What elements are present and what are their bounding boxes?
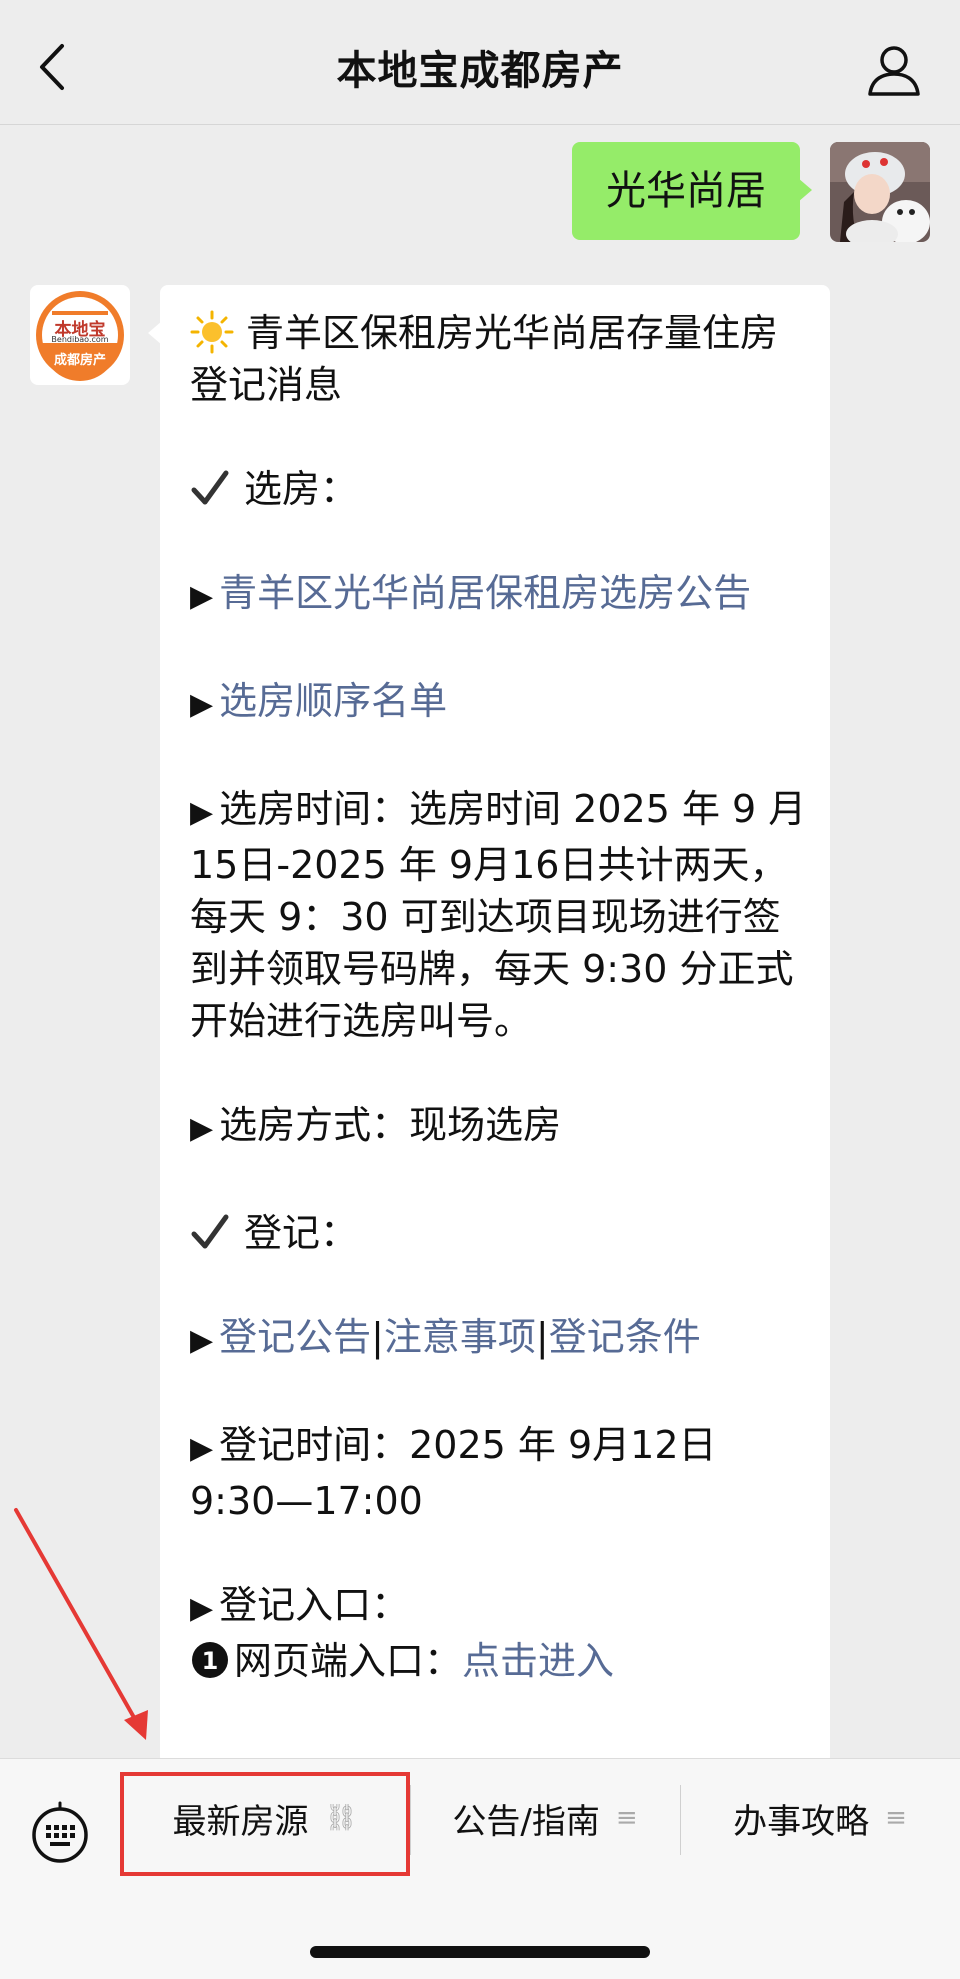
- message-title: 青羊区保租房光华尚居存量住房登记消息: [190, 311, 779, 407]
- menu-item-label: 公告/指南: [452, 1801, 600, 1842]
- bullet-icon: ▶: [190, 1591, 214, 1626]
- nav-bar: 本地宝成都房产: [0, 0, 960, 125]
- bullet-icon: ▶: [190, 1111, 214, 1146]
- svg-text:1: 1: [202, 1647, 219, 1675]
- user-avatar-image: [830, 142, 930, 242]
- bullet-icon: ▶: [190, 687, 214, 722]
- web-entry-label: 网页端入口：: [234, 1639, 463, 1683]
- link-click-enter[interactable]: 点击进入: [462, 1639, 614, 1683]
- highlight-box: [120, 1772, 410, 1876]
- selection-method-text: 选房方式：现场选房: [219, 1103, 562, 1147]
- menu-item-notices-guides[interactable]: 公告/指南 ≡: [410, 1759, 680, 1877]
- section-heading-selection: 选房：: [244, 467, 359, 511]
- menu-item-service-guide[interactable]: 办事攻略 ≡: [680, 1759, 960, 1877]
- logo-text-sub: 成都房产: [53, 353, 106, 368]
- home-indicator: [310, 1946, 650, 1958]
- selection-time-label: 选房时间：: [219, 787, 410, 831]
- link-registration-condition[interactable]: 登记条件: [549, 1315, 701, 1359]
- bendibao-avatar[interactable]: 本地宝 Bendibao.com 成都房产: [30, 285, 130, 385]
- page-title: 本地宝成都房产: [336, 48, 624, 94]
- menu-icon: ≡: [615, 1803, 638, 1833]
- sun-icon: [190, 310, 234, 354]
- separator: |: [371, 1315, 384, 1359]
- annotation-arrow: [14, 1508, 148, 1740]
- user-profile-icon[interactable]: [866, 44, 922, 96]
- link-selection-order-list[interactable]: 选房顺序名单: [219, 679, 447, 723]
- checkmark-icon: [191, 470, 229, 505]
- logo-text-url: Bendibao.com: [51, 335, 109, 344]
- number-one-icon: 1: [192, 1642, 228, 1678]
- registration-time-label: 登记时间：: [219, 1423, 410, 1467]
- received-message-bubble: 青羊区保租房光华尚居存量住房登记消息 选房： ▶ 青羊区光华尚居保租房选房公告 ▶…: [148, 285, 830, 1765]
- link-registration-attention[interactable]: 注意事项: [384, 1315, 536, 1359]
- bullet-icon: ▶: [190, 579, 214, 614]
- separator: |: [535, 1315, 549, 1359]
- sent-message-text: 光华尚居: [606, 168, 766, 214]
- user-avatar[interactable]: [830, 142, 930, 242]
- keyboard-icon[interactable]: [28, 1801, 92, 1865]
- menu-item-label: 办事攻略: [733, 1801, 870, 1842]
- link-registration-notice[interactable]: 登记公告: [219, 1315, 371, 1359]
- link-selection-notice[interactable]: 青羊区光华尚居保租房选房公告: [219, 571, 751, 615]
- bullet-icon: ▶: [190, 1323, 214, 1358]
- section-heading-registration: 登记：: [244, 1211, 359, 1255]
- registration-entry-label: 登记入口：: [219, 1583, 410, 1627]
- message-body: 青羊区保租房光华尚居存量住房登记消息 选房： ▶ 青羊区光华尚居保租房选房公告 ▶…: [190, 307, 810, 1687]
- bullet-icon: ▶: [190, 1431, 214, 1466]
- bullet-icon: ▶: [190, 795, 214, 830]
- sent-message-bubble[interactable]: 光华尚居: [572, 142, 812, 240]
- menu-icon: ≡: [885, 1803, 907, 1833]
- checkmark-icon: [191, 1214, 229, 1249]
